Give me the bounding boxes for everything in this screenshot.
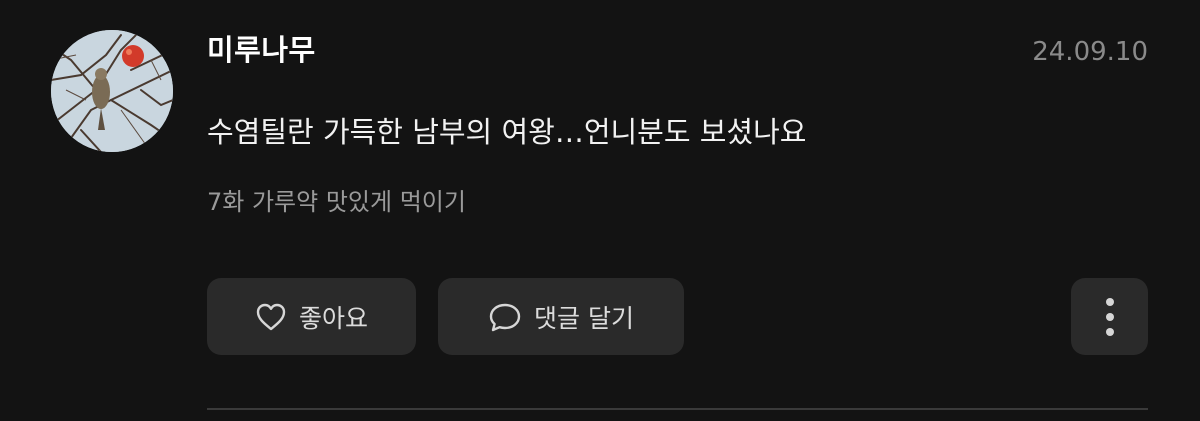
heart-outline-icon <box>255 302 287 332</box>
like-button[interactable]: 좋아요 <box>207 278 416 355</box>
comment-date: 24.09.10 <box>1032 37 1148 67</box>
speech-bubble-icon <box>488 301 522 333</box>
vertical-ellipsis-icon <box>1104 295 1116 339</box>
avatar-image <box>51 30 173 152</box>
reply-button-label: 댓글 달기 <box>534 303 634 333</box>
like-button-label: 좋아요 <box>298 303 368 333</box>
comment-text: 수염틸란 가득한 남부의 여왕…언니분도 보셨나요 <box>207 115 807 149</box>
avatar[interactable] <box>51 30 173 152</box>
episode-link[interactable]: 7화 가루약 맛있게 먹이기 <box>207 182 466 222</box>
username[interactable]: 미루나무 <box>207 30 316 70</box>
more-options-button[interactable] <box>1071 278 1148 355</box>
divider <box>207 408 1148 410</box>
reply-button[interactable]: 댓글 달기 <box>438 278 684 355</box>
